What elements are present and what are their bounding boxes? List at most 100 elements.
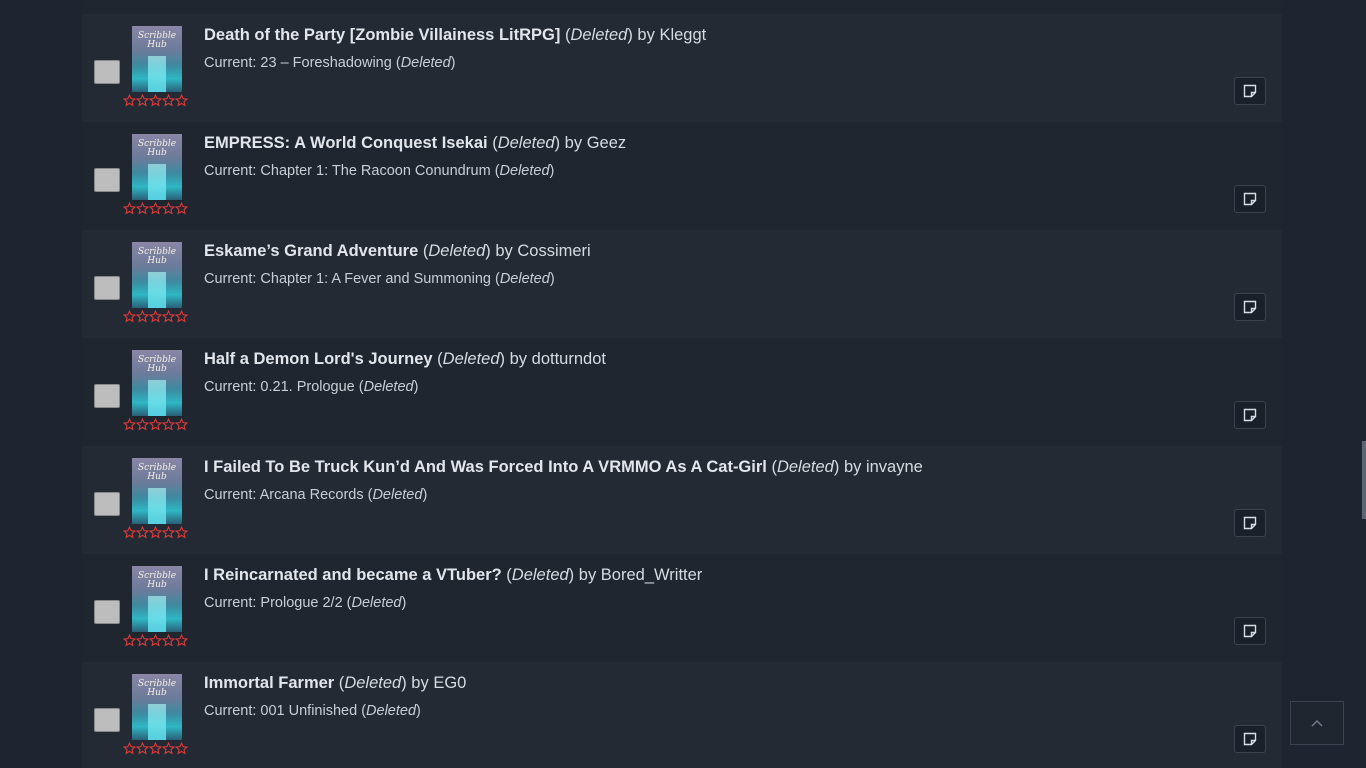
rating-stars[interactable] xyxy=(123,202,193,216)
note-button[interactable] xyxy=(1234,401,1266,429)
entry-title-line: Half a Demon Lord's Journey (Deleted) by… xyxy=(204,350,606,368)
star-icon[interactable] xyxy=(162,310,175,323)
select-checkbox[interactable] xyxy=(94,168,120,192)
series-title-link[interactable]: Death of the Party [Zombie Villainess Li… xyxy=(204,26,560,44)
series-title-link[interactable]: EMPRESS: A World Conquest Isekai xyxy=(204,134,488,152)
note-button[interactable] xyxy=(1234,77,1266,105)
book-cover-image[interactable]: Scribble Hub xyxy=(132,458,182,524)
current-chapter-link[interactable]: Prologue 2/2 xyxy=(260,595,342,611)
star-icon[interactable] xyxy=(175,634,188,647)
star-icon[interactable] xyxy=(175,526,188,539)
select-checkbox[interactable] xyxy=(94,384,120,408)
star-icon[interactable] xyxy=(123,418,136,431)
note-button[interactable] xyxy=(1234,293,1266,321)
current-chapter-link[interactable]: Arcana Records xyxy=(260,487,364,503)
book-cover-image[interactable]: Scribble Hub xyxy=(132,566,182,632)
note-button[interactable] xyxy=(1234,509,1266,537)
author-link[interactable]: invayne xyxy=(866,458,923,476)
rating-stars[interactable] xyxy=(123,310,193,324)
deleted-label: Deleted xyxy=(344,674,402,692)
star-icon[interactable] xyxy=(136,94,149,107)
star-icon[interactable] xyxy=(175,94,188,107)
list-item: Scribble Hub Eskame’s Grand Adventure (De… xyxy=(82,230,1282,338)
rating-stars[interactable] xyxy=(123,742,193,756)
star-icon[interactable] xyxy=(162,526,175,539)
current-label: Current: xyxy=(204,55,257,71)
current-label: Current: xyxy=(204,703,257,719)
star-icon[interactable] xyxy=(136,634,149,647)
book-cover-image[interactable]: Scribble Hub xyxy=(132,134,182,200)
star-icon[interactable] xyxy=(123,310,136,323)
star-icon[interactable] xyxy=(123,202,136,215)
rating-stars[interactable] xyxy=(123,634,193,648)
star-icon[interactable] xyxy=(175,742,188,755)
star-icon[interactable] xyxy=(162,742,175,755)
star-icon[interactable] xyxy=(136,202,149,215)
author-link[interactable]: Cossimeri xyxy=(517,242,590,260)
star-icon[interactable] xyxy=(136,418,149,431)
author-link[interactable]: Bored_Writter xyxy=(601,566,702,584)
star-icon[interactable] xyxy=(162,418,175,431)
star-icon[interactable] xyxy=(123,526,136,539)
note-button[interactable] xyxy=(1234,617,1266,645)
book-cover-image[interactable]: Scribble Hub xyxy=(132,674,182,740)
select-checkbox[interactable] xyxy=(94,600,120,624)
star-icon[interactable] xyxy=(149,94,162,107)
star-icon[interactable] xyxy=(175,310,188,323)
current-chapter-link[interactable]: 23 – Foreshadowing xyxy=(260,55,391,71)
current-chapter-link[interactable]: Chapter 1: The Racoon Conundrum xyxy=(260,163,490,179)
star-icon[interactable] xyxy=(136,742,149,755)
star-icon[interactable] xyxy=(149,310,162,323)
author-link[interactable]: EG0 xyxy=(433,674,466,692)
star-icon[interactable] xyxy=(175,418,188,431)
note-button[interactable] xyxy=(1234,725,1266,753)
list-item: Scribble Hub Half a Demon Lord's Journey … xyxy=(82,338,1282,446)
book-cover-image[interactable]: Scribble Hub xyxy=(132,242,182,308)
series-title-link[interactable]: I Reincarnated and became a VTuber? xyxy=(204,566,502,584)
current-chapter-link[interactable]: 001 Unfinished xyxy=(260,703,357,719)
book-cover-image[interactable]: Scribble Hub xyxy=(132,350,182,416)
rating-stars[interactable] xyxy=(123,418,193,432)
series-title-link[interactable]: Eskame’s Grand Adventure xyxy=(204,242,418,260)
note-icon xyxy=(1243,84,1257,98)
author-link[interactable]: dotturndot xyxy=(532,350,606,368)
star-icon[interactable] xyxy=(149,634,162,647)
star-icon[interactable] xyxy=(136,310,149,323)
current-chapter-link[interactable]: 0.21. Prologue xyxy=(260,379,354,395)
author-link[interactable]: Geez xyxy=(587,134,626,152)
select-checkbox[interactable] xyxy=(94,60,120,84)
select-checkbox[interactable] xyxy=(94,708,120,732)
star-icon[interactable] xyxy=(149,742,162,755)
scrollbar-thumb[interactable] xyxy=(1362,441,1366,519)
star-icon[interactable] xyxy=(149,418,162,431)
by-label: by xyxy=(843,458,862,476)
star-icon[interactable] xyxy=(149,526,162,539)
star-icon[interactable] xyxy=(149,202,162,215)
select-checkbox[interactable] xyxy=(94,492,120,516)
list-item: Scribble Hub Immortal Farmer (Deleted) by… xyxy=(82,662,1282,768)
current-chapter-line: Current: 23 – Foreshadowing (Deleted) xyxy=(204,55,456,71)
star-icon[interactable] xyxy=(123,94,136,107)
rating-stars[interactable] xyxy=(123,94,193,108)
list-item: Scribble Hub EMPRESS: A World Conquest Is… xyxy=(82,122,1282,230)
series-title-link[interactable]: I Failed To Be Truck Kun’d And Was Force… xyxy=(204,458,767,476)
book-cover-image[interactable]: Scribble Hub xyxy=(132,26,182,92)
star-icon[interactable] xyxy=(136,526,149,539)
star-icon[interactable] xyxy=(123,634,136,647)
star-icon[interactable] xyxy=(123,742,136,755)
select-checkbox[interactable] xyxy=(94,276,120,300)
series-title-link[interactable]: Half a Demon Lord's Journey xyxy=(204,350,433,368)
star-icon[interactable] xyxy=(162,94,175,107)
series-title-link[interactable]: Immortal Farmer xyxy=(204,674,334,692)
star-icon[interactable] xyxy=(162,634,175,647)
author-link[interactable]: Kleggt xyxy=(659,26,706,44)
star-icon[interactable] xyxy=(175,202,188,215)
entry-title-line: I Failed To Be Truck Kun’d And Was Force… xyxy=(204,458,923,476)
cover-art xyxy=(148,488,166,524)
star-icon[interactable] xyxy=(162,202,175,215)
note-button[interactable] xyxy=(1234,185,1266,213)
current-chapter-link[interactable]: Chapter 1: A Fever and Summoning xyxy=(260,271,495,287)
back-to-top-button[interactable] xyxy=(1290,701,1344,745)
rating-stars[interactable] xyxy=(123,526,193,540)
cover-title: Scribble Hub xyxy=(137,463,177,482)
